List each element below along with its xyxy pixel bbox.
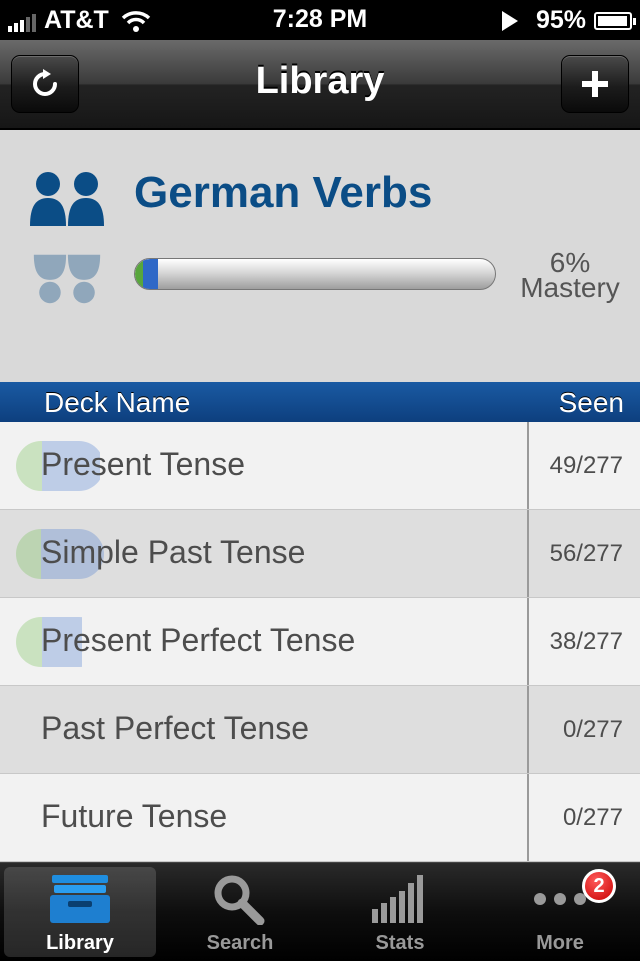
tab-label: Library [46, 932, 114, 954]
mastery-label: Mastery [520, 272, 620, 303]
deck-row-present-tense[interactable]: Present Tense 49/277 [0, 422, 640, 510]
deck-summary: German Verbs 6% Mastery [0, 130, 640, 382]
deck-seen-count: 38/277 [549, 628, 623, 655]
deck-seen-count: 0/277 [562, 804, 623, 831]
add-deck-button[interactable] [561, 55, 629, 113]
mastery-progress-bar [134, 258, 496, 290]
battery-icon [594, 11, 636, 30]
group-icon-reflection [28, 248, 106, 305]
deck-row-simple-past-tense[interactable]: Simple Past Tense 56/277 [0, 510, 640, 598]
column-divider [527, 422, 529, 509]
column-header-seen: Seen [558, 387, 624, 418]
deck-name: Past Perfect Tense [41, 710, 309, 746]
tab-search[interactable]: Search [164, 867, 316, 957]
deck-name: Present Perfect Tense [41, 622, 356, 658]
column-divider [527, 510, 529, 597]
deck-row-future-tense[interactable]: Future Tense 0/277 [0, 774, 640, 862]
column-divider [527, 686, 529, 773]
tab-label: More [536, 932, 584, 954]
navigation-bar: Library [0, 40, 640, 130]
tab-more[interactable]: 2 More [484, 867, 636, 957]
status-bar: AT&T 7:28 PM 95% [0, 0, 640, 40]
bar-stats-icon [372, 875, 423, 923]
tab-bar: Library Search Stats 2 More [0, 862, 640, 961]
tab-label: Stats [375, 932, 425, 954]
deck-seen-count: 0/277 [562, 716, 623, 743]
tab-stats[interactable]: Stats [324, 867, 476, 957]
magnifier-icon [214, 875, 265, 925]
deck-row-past-perfect-tense[interactable]: Past Perfect Tense 0/277 [0, 686, 640, 774]
column-header-deck-name: Deck Name [44, 387, 191, 418]
group-icon [28, 170, 106, 233]
deck-name: Simple Past Tense [41, 534, 306, 570]
mastery-readout: 6% Mastery [500, 249, 640, 303]
deck-name: Present Tense [41, 446, 245, 482]
tab-library[interactable]: Library [4, 867, 156, 957]
deck-row-present-perfect-tense[interactable]: Present Perfect Tense 38/277 [0, 598, 640, 686]
table-header: Deck Name Seen [0, 382, 640, 422]
deck-list: Present Tense 49/277 Simple Past Tense 5… [0, 422, 640, 862]
notification-badge: 2 [582, 869, 616, 903]
play-icon [501, 10, 518, 31]
deck-seen-count: 56/277 [549, 540, 623, 567]
battery-percent: 95% [535, 6, 586, 34]
deck-title: German Verbs [134, 168, 433, 217]
page-title: Library [255, 60, 385, 102]
library-tray-icon [50, 875, 110, 923]
tab-label: Search [206, 932, 274, 954]
mastery-progress-fill [135, 259, 159, 289]
column-divider [527, 774, 529, 861]
deck-name: Future Tense [41, 798, 228, 834]
column-divider [527, 598, 529, 685]
plus-icon [582, 71, 608, 97]
deck-seen-count: 49/277 [549, 452, 623, 479]
